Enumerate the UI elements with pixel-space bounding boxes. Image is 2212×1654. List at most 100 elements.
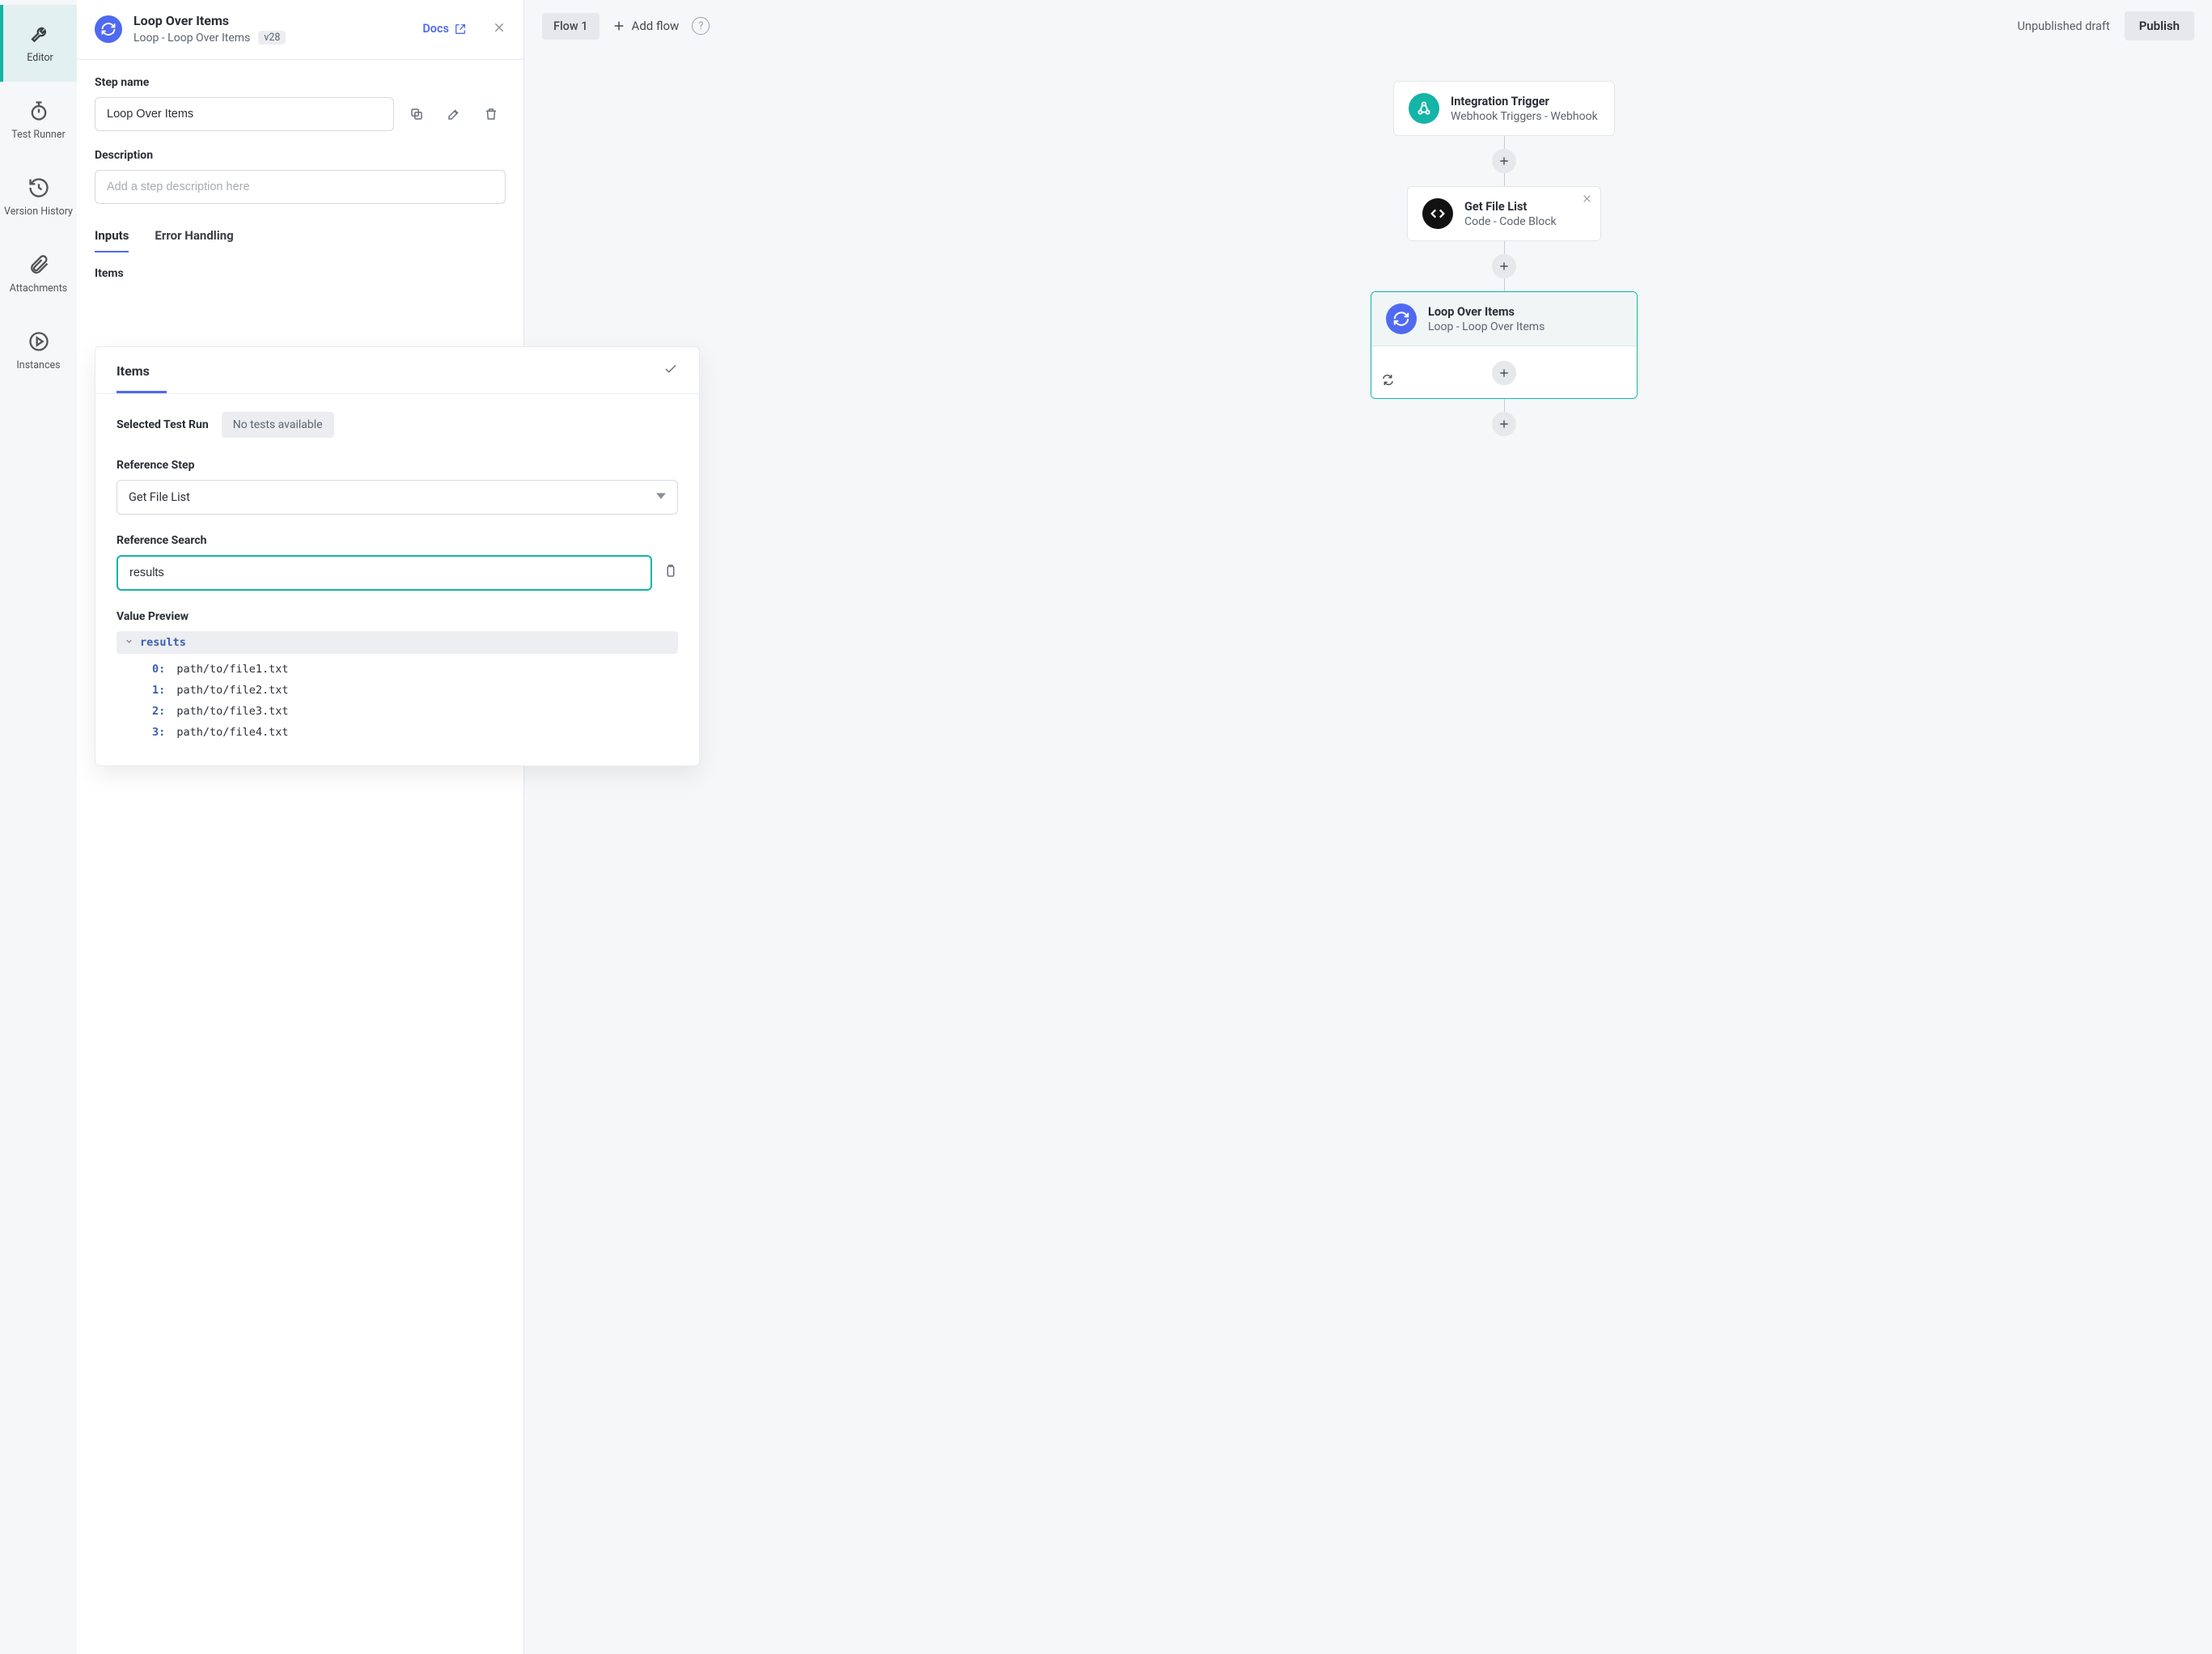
add-step-in-loop-button[interactable] [1492, 361, 1516, 385]
close-icon [493, 21, 506, 34]
node-trigger[interactable]: Integration Trigger Webhook Triggers - W… [1393, 81, 1615, 136]
plus-icon [1498, 261, 1510, 272]
node-subtitle: Loop - Loop Over Items [1428, 320, 1545, 333]
step-panel: Loop Over Items Loop - Loop Over Items v… [77, 0, 524, 1654]
play-circle-icon [28, 330, 50, 353]
nav-attachments[interactable]: Attachments [0, 235, 77, 312]
delete-step-button[interactable] [477, 100, 506, 129]
history-icon [28, 176, 50, 199]
nav-label: Instances [16, 359, 60, 372]
value-preview: results 0: path/to/file1.txt1: path/to/f… [117, 631, 678, 743]
copy-step-button[interactable] [402, 100, 431, 129]
add-flow-label: Add flow [632, 19, 680, 33]
loop-body [1371, 346, 1637, 398]
add-step-button[interactable] [1492, 412, 1516, 436]
add-step-button[interactable] [1492, 149, 1516, 173]
nav-instances[interactable]: Instances [0, 312, 77, 389]
preview-line[interactable]: 1: path/to/file2.txt [152, 680, 678, 701]
add-flow-button[interactable]: Add flow [612, 19, 680, 33]
flow-graph: Integration Trigger Webhook Triggers - W… [1334, 81, 1674, 436]
popover-confirm-button[interactable] [663, 362, 678, 380]
node-title: Loop Over Items [1428, 305, 1545, 319]
nav-label: Attachments [10, 282, 68, 295]
code-icon [1422, 198, 1453, 229]
close-icon [1582, 193, 1592, 204]
nav-label: Test Runner [11, 129, 65, 142]
selected-test-run-label: Selected Test Run [117, 418, 209, 431]
plus-icon [1498, 367, 1510, 379]
flow-tab[interactable]: Flow 1 [542, 13, 600, 40]
chevron-down-icon [125, 636, 133, 649]
wrench-icon [29, 23, 52, 45]
trash-icon [484, 107, 498, 121]
reference-search-label: Reference Search [117, 534, 678, 547]
items-label: Items [95, 267, 506, 280]
node-loop-container[interactable]: Loop Over Items Loop - Loop Over Items [1371, 291, 1638, 399]
webhook-icon [1409, 93, 1439, 124]
version-chip: v28 [258, 31, 286, 45]
preview-line[interactable]: 2: path/to/file3.txt [152, 701, 678, 722]
chevron-down-icon [656, 490, 666, 504]
panel-subtitle: Loop - Loop Over Items [133, 32, 250, 45]
reference-search-input[interactable] [117, 555, 652, 591]
publish-button[interactable]: Publish [2125, 11, 2194, 40]
flow-canvas[interactable]: Flow 1 Add flow ? Unpublished draft Publ… [524, 0, 2212, 1654]
value-preview-label: Value Preview [117, 610, 678, 623]
node-loop-header[interactable]: Loop Over Items Loop - Loop Over Items [1371, 292, 1637, 346]
reference-step-label: Reference Step [117, 459, 678, 472]
panel-header: Loop Over Items Loop - Loop Over Items v… [77, 0, 523, 60]
reference-step-select[interactable]: Get File List [117, 480, 678, 515]
add-step-button[interactable] [1492, 254, 1516, 278]
reference-popover: Items Selected Test Run No tests availab… [95, 346, 700, 766]
docs-link[interactable]: Docs [422, 22, 467, 36]
reference-step-value: Get File List [129, 490, 190, 504]
description-input[interactable] [95, 170, 506, 204]
loop-icon [95, 15, 122, 43]
preview-root-key: results [140, 636, 186, 649]
help-button[interactable]: ? [692, 17, 710, 35]
step-name-label: Step name [95, 76, 506, 89]
copy-reference-button[interactable] [663, 564, 678, 582]
nav-test-runner[interactable]: Test Runner [0, 82, 77, 159]
external-link-icon [454, 23, 467, 36]
nav-label: Editor [27, 52, 53, 65]
panel-close-button[interactable] [493, 21, 506, 37]
plus-icon [612, 19, 625, 32]
panel-tabs: Inputs Error Handling [95, 228, 506, 252]
node-title: Integration Trigger [1451, 95, 1598, 108]
node-close-button[interactable] [1582, 193, 1592, 207]
preview-line[interactable]: 3: path/to/file4.txt [152, 722, 678, 743]
loop-repeat-icon [1381, 373, 1395, 390]
plus-icon [1498, 418, 1510, 430]
node-title: Get File List [1464, 200, 1557, 214]
description-label: Description [95, 149, 506, 162]
docs-label: Docs [422, 22, 449, 36]
stopwatch-icon [28, 100, 50, 122]
tab-inputs[interactable]: Inputs [95, 228, 129, 252]
node-subtitle: Code - Code Block [1464, 215, 1557, 228]
preview-root-row[interactable]: results [117, 631, 678, 654]
side-nav: Editor Test Runner Version History Attac… [0, 0, 77, 1654]
no-tests-pill: No tests available [222, 412, 334, 438]
loop-icon [1386, 303, 1417, 334]
node-code[interactable]: Get File List Code - Code Block [1407, 186, 1601, 241]
copy-icon [409, 107, 424, 121]
panel-body: Step name Description Inputs Error Handl… [77, 60, 523, 1654]
canvas-topbar: Flow 1 Add flow ? Unpublished draft Publ… [524, 0, 2212, 52]
draft-status: Unpublished draft [2018, 19, 2110, 33]
popover-title: Items [117, 363, 150, 379]
paperclip-icon [28, 253, 50, 276]
tab-error-handling[interactable]: Error Handling [155, 228, 233, 252]
node-subtitle: Webhook Triggers - Webhook [1451, 110, 1598, 123]
step-name-input[interactable] [95, 97, 394, 131]
clipboard-icon [663, 564, 678, 579]
nav-editor[interactable]: Editor [0, 5, 77, 82]
check-icon [663, 362, 678, 376]
plus-icon [1498, 155, 1510, 167]
preview-line[interactable]: 0: path/to/file1.txt [152, 659, 678, 680]
nav-version-history[interactable]: Version History [0, 159, 77, 235]
edit-step-button[interactable] [439, 100, 468, 129]
edit-icon [447, 107, 461, 121]
nav-label: Version History [4, 206, 73, 218]
panel-title: Loop Over Items [133, 13, 411, 28]
